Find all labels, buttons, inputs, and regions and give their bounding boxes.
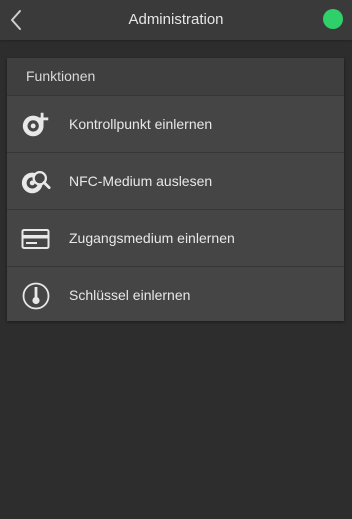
menu-item-label: Zugangsmedium einlernen [69,230,235,246]
target-plus-icon [20,109,52,141]
card-icon [20,223,52,255]
menu-item-teach-checkpoint[interactable]: Kontrollpunkt einlernen [7,96,344,153]
menu-item-label: Kontrollpunkt einlernen [69,116,213,132]
menu-item-label: Schlüssel einlernen [69,287,191,303]
key-icon [20,280,52,312]
target-search-icon [20,166,52,198]
panel-title: Funktionen [7,58,344,96]
chevron-left-icon [11,10,21,30]
back-button[interactable] [0,0,32,40]
menu-item-teach-access-medium[interactable]: Zugangsmedium einlernen [7,210,344,267]
menu-item-label: NFC-Medium auslesen [69,173,213,189]
page-title: Administration [128,11,224,28]
status-indicator [323,9,343,29]
menu-item-read-nfc[interactable]: NFC-Medium auslesen [7,153,344,210]
menu-item-teach-key[interactable]: Schlüssel einlernen [7,267,344,323]
top-bar: Administration [0,0,352,40]
functions-panel: Funktionen Kontrollpunkt einlernen NFC-M… [7,58,344,321]
